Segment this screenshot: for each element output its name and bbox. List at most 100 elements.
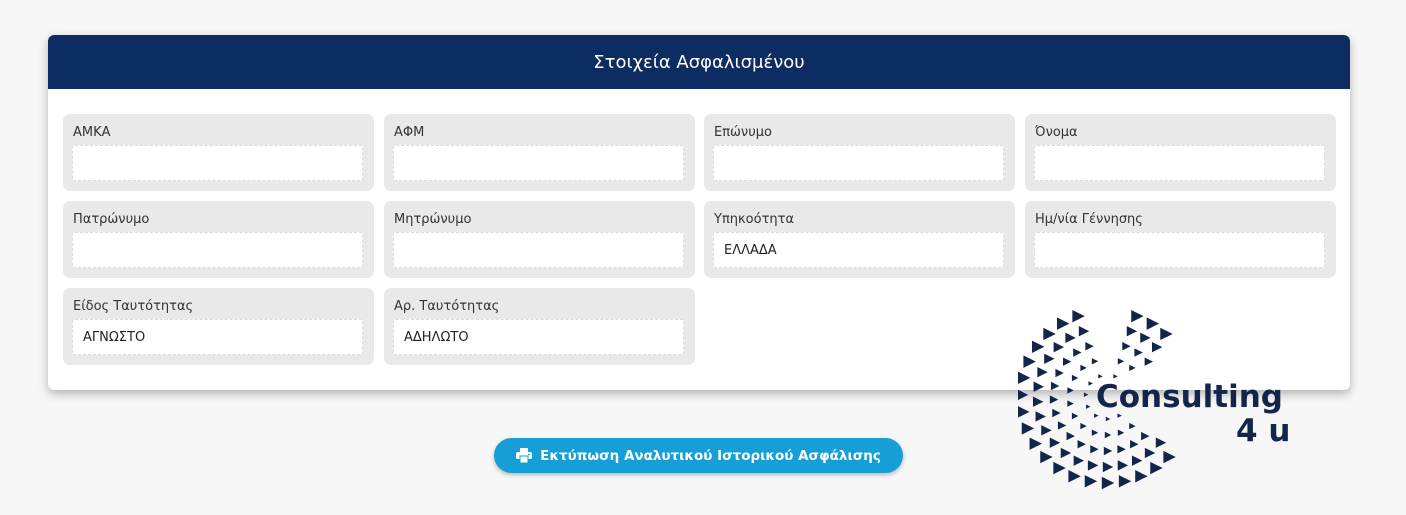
logo-triangle bbox=[1055, 368, 1064, 378]
field-label: Πατρώνυμο bbox=[73, 212, 150, 227]
logo-triangle bbox=[1071, 412, 1079, 420]
afm-input[interactable] bbox=[393, 145, 684, 181]
field-label: Υπηκοότητα bbox=[714, 212, 795, 227]
logo-triangle bbox=[1049, 437, 1061, 448]
logo-triangle bbox=[1073, 455, 1085, 466]
logo-triangle bbox=[1017, 371, 1031, 385]
print-insurance-history-button[interactable]: Εκτύπωση Αναλυτικού Ιστορικού Ασφάλισης bbox=[494, 438, 903, 473]
logo-triangle bbox=[1144, 357, 1154, 366]
field-nationality: Υπηκοότητα ΕΛΛΑΔΑ bbox=[704, 201, 1015, 278]
logo-triangle bbox=[1155, 437, 1167, 448]
logo-triangle bbox=[1135, 470, 1148, 483]
nationality-input[interactable]: ΕΛΛΑΔΑ bbox=[713, 232, 1004, 268]
field-label: Αρ. Ταυτότητας bbox=[394, 299, 500, 314]
logo-triangle bbox=[1113, 374, 1118, 379]
logo-triangle bbox=[1117, 358, 1125, 365]
logo-triangle bbox=[1083, 392, 1089, 397]
logo-triangle bbox=[1040, 450, 1053, 464]
logo-triangle bbox=[1049, 395, 1059, 404]
logo-triangle bbox=[1091, 429, 1099, 436]
field-label: ΑΦΜ bbox=[394, 125, 425, 140]
logo-triangle bbox=[1088, 381, 1093, 386]
field-surname: Επώνυμο bbox=[704, 114, 1015, 191]
logo-triangle bbox=[1023, 355, 1036, 368]
consulting-4u-logo: Consulting 4 u bbox=[1015, 305, 1308, 495]
logo-triangle bbox=[1087, 460, 1099, 471]
logo-triangle bbox=[1066, 431, 1075, 441]
logo-triangle bbox=[1015, 388, 1029, 402]
logo-triangle bbox=[1104, 431, 1112, 439]
field-birth-date: Ημ/νία Γέννησης bbox=[1025, 201, 1336, 278]
printer-icon bbox=[516, 448, 533, 463]
logo-triangle bbox=[1086, 404, 1091, 409]
logo-triangle bbox=[1105, 416, 1111, 422]
print-button-label: Εκτύπωση Αναλυτικού Ιστορικού Ασφάλισης bbox=[540, 447, 881, 464]
field-label: Επώνυμο bbox=[714, 125, 772, 140]
logo-triangle bbox=[1140, 332, 1151, 344]
logo-triangle bbox=[1050, 381, 1060, 391]
field-id-type: Είδος Ταυτότητας ΑΓΝΩΣΤΟ bbox=[63, 288, 374, 365]
logo-triangle bbox=[1060, 447, 1072, 459]
id-type-input[interactable]: ΑΓΝΩΣΤΟ bbox=[72, 319, 363, 355]
logo-triangle bbox=[1029, 437, 1042, 450]
logo-triangle bbox=[1032, 396, 1044, 407]
logo-triangle bbox=[1090, 445, 1099, 454]
logo-triangle bbox=[1085, 342, 1094, 351]
logo-triangle bbox=[1091, 358, 1099, 365]
logo-triangle bbox=[1021, 422, 1035, 435]
logo-text-line2: 4 u bbox=[1236, 413, 1291, 449]
logo-triangle bbox=[1017, 405, 1030, 419]
logo-triangle bbox=[1150, 461, 1163, 475]
amka-input[interactable] bbox=[72, 145, 363, 181]
panel-title: Στοιχεία Ασφαλισμένου bbox=[48, 35, 1350, 89]
fathers-name-input[interactable] bbox=[72, 232, 363, 268]
logo-triangle bbox=[1129, 422, 1136, 430]
logo-triangle bbox=[1077, 439, 1086, 449]
logo-triangle bbox=[1122, 342, 1131, 351]
logo-triangle bbox=[1131, 455, 1143, 466]
logo-triangle bbox=[1072, 309, 1085, 323]
logo-triangle bbox=[1044, 353, 1055, 364]
logo-triangle bbox=[1160, 327, 1173, 341]
logo-triangle bbox=[1141, 431, 1150, 441]
field-label: Όνομα bbox=[1035, 125, 1078, 140]
logo-triangle bbox=[1084, 475, 1098, 488]
logo-triangle bbox=[1129, 364, 1136, 372]
logo-triangle bbox=[1098, 374, 1103, 379]
surname-input[interactable] bbox=[713, 145, 1004, 181]
logo-triangle bbox=[1146, 317, 1160, 330]
field-amka: ΑΜΚΑ bbox=[63, 114, 374, 191]
logo-triangle bbox=[1071, 374, 1079, 382]
logo-triangle bbox=[1043, 327, 1056, 341]
field-id-number: Αρ. Ταυτότητας ΑΔΗΛΩΤΟ bbox=[384, 288, 695, 365]
field-fathers-name: Πατρώνυμο bbox=[63, 201, 374, 278]
logo-triangle bbox=[1131, 309, 1144, 323]
birth-date-input[interactable] bbox=[1034, 232, 1325, 268]
first-name-input[interactable] bbox=[1034, 145, 1325, 181]
logo-triangle bbox=[1117, 460, 1129, 471]
logo-triangle bbox=[1067, 400, 1074, 407]
field-label: Ημ/νία Γέννησης bbox=[1035, 212, 1143, 227]
mothers-name-input[interactable] bbox=[393, 232, 684, 268]
logo-triangle bbox=[1041, 425, 1052, 436]
logo-triangle bbox=[1118, 475, 1132, 488]
logo-triangle bbox=[1031, 340, 1045, 353]
logo-triangle bbox=[1144, 447, 1156, 459]
logo-triangle bbox=[1103, 446, 1113, 456]
logo-triangle bbox=[1052, 408, 1061, 418]
id-number-input[interactable]: ΑΔΗΛΩΤΟ bbox=[393, 319, 684, 355]
field-mothers-name: Μητρώνυμο bbox=[384, 201, 695, 278]
logo-triangle bbox=[1073, 348, 1082, 357]
logo-triangle bbox=[1056, 317, 1070, 330]
logo-triangle bbox=[1117, 429, 1125, 436]
logo-triangle bbox=[1065, 332, 1076, 344]
logo-triangle bbox=[1117, 445, 1126, 454]
field-label: Είδος Ταυτότητας bbox=[73, 299, 194, 314]
logo-triangle bbox=[1033, 381, 1044, 392]
field-afm: ΑΦΜ bbox=[384, 114, 695, 191]
logo-triangle bbox=[1053, 341, 1065, 353]
logo-triangle bbox=[1101, 476, 1115, 490]
logo-triangle bbox=[1163, 450, 1176, 464]
logo-triangle bbox=[1067, 387, 1074, 394]
logo-triangle bbox=[1062, 357, 1072, 366]
